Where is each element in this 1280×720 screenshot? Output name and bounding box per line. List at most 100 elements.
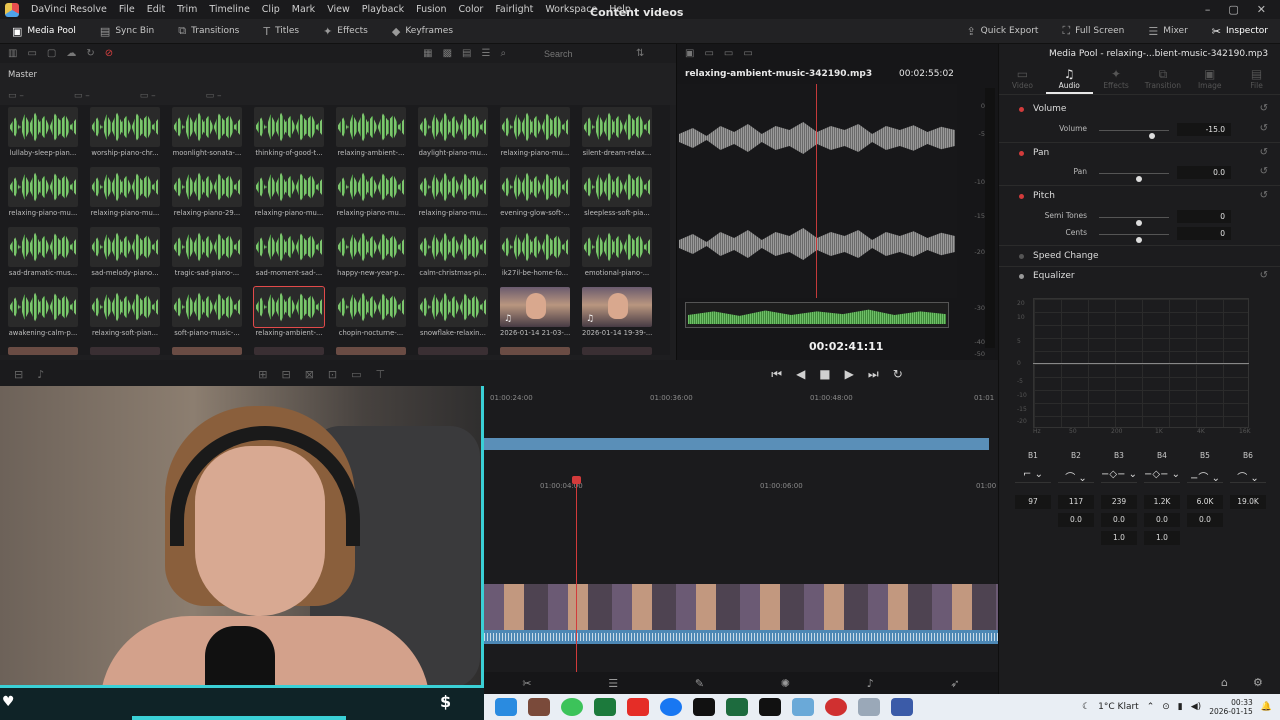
low-cut-icon[interactable]: ⌐ ⌄: [1015, 469, 1051, 483]
effects-button[interactable]: ✦ Effects: [311, 19, 380, 43]
menu-mark[interactable]: Mark: [286, 4, 321, 15]
cents-value[interactable]: 0: [1177, 227, 1231, 240]
pitch-enable-icon[interactable]: [1019, 194, 1024, 199]
media-clip[interactable]: ik27il-be-home-fo...: [500, 227, 570, 277]
search-icon[interactable]: ⌕: [500, 48, 506, 59]
semitones-slider[interactable]: [1099, 217, 1169, 226]
clip-thumbnail[interactable]: [172, 287, 242, 327]
media-clip[interactable]: relaxing-piano-29...: [172, 167, 242, 217]
reset-icon[interactable]: ↺: [1260, 190, 1268, 201]
audio-waveform-view[interactable]: [677, 84, 957, 298]
menu-fairlight[interactable]: Fairlight: [489, 4, 539, 15]
slider-knob[interactable]: [1149, 133, 1155, 139]
slider-knob[interactable]: [1136, 237, 1142, 243]
clip-thumbnail[interactable]: [172, 107, 242, 147]
filmstrip-icon[interactable]: ▤: [462, 48, 471, 59]
media-clip[interactable]: relaxing-piano-mu...: [500, 107, 570, 157]
clip-thumbnail[interactable]: [336, 107, 406, 147]
media-clip[interactable]: calm-christmas-pi...: [418, 227, 488, 277]
band-q[interactable]: 1.0: [1144, 531, 1180, 545]
media-clip-partial[interactable]: [582, 347, 652, 355]
band-gain[interactable]: 0.0: [1058, 513, 1094, 527]
home-icon[interactable]: ⌂: [1221, 676, 1228, 689]
clip-thumbnail[interactable]: [418, 107, 488, 147]
media-clip-partial[interactable]: [418, 347, 488, 355]
sort-icon[interactable]: ⇅: [636, 48, 644, 59]
excel-icon[interactable]: [726, 698, 748, 716]
skip-end-icon[interactable]: ⏭: [868, 367, 879, 382]
detail-view-icon[interactable]: ☰: [482, 48, 491, 59]
media-clip[interactable]: evening-glow-soft-...: [500, 167, 570, 217]
clip-thumbnail[interactable]: [90, 227, 160, 267]
overwrite-icon[interactable]: ⊟: [281, 368, 290, 381]
close-icon[interactable]: ✕: [1257, 3, 1266, 16]
tiktok-icon[interactable]: [693, 698, 715, 716]
clip-thumbnail[interactable]: [172, 227, 242, 267]
replace-icon[interactable]: ⊠: [305, 368, 314, 381]
band-gain[interactable]: 0.0: [1187, 513, 1223, 527]
volume-slider[interactable]: [1099, 130, 1169, 139]
play-icon[interactable]: ▶: [845, 367, 854, 381]
app-icon[interactable]: [858, 698, 880, 716]
mixer-button[interactable]: ☰ Mixer: [1136, 19, 1199, 43]
weather-text[interactable]: 1°C Klart: [1098, 702, 1139, 712]
sync-bin-button[interactable]: ▤ Sync Bin: [88, 19, 166, 43]
append-icon[interactable]: ▭: [351, 368, 361, 381]
media-clip[interactable]: happy-new-year-p...: [336, 227, 406, 277]
cut-page-icon[interactable]: ✂: [522, 677, 531, 690]
clip-thumbnail[interactable]: [418, 287, 488, 327]
clip-thumbnail[interactable]: [8, 107, 78, 147]
tab-image[interactable]: ▣ Image: [1186, 63, 1233, 94]
clip-thumbnail[interactable]: [90, 167, 160, 207]
band-frequency[interactable]: 19.0K: [1230, 495, 1266, 509]
slider-knob[interactable]: [1136, 220, 1142, 226]
insert-icon[interactable]: ⊞: [258, 368, 267, 381]
fairlight-page-icon[interactable]: ♪: [867, 677, 874, 690]
filter-icon[interactable]: ▭ –: [206, 91, 222, 105]
media-clip[interactable]: soft-piano-music-...: [172, 287, 242, 337]
stop-icon[interactable]: ■: [819, 367, 830, 381]
media-clip[interactable]: ♫ 2026-01-14 21-03-...: [500, 287, 570, 337]
menu-edit[interactable]: Edit: [141, 4, 171, 15]
reset-icon[interactable]: ↺: [1260, 166, 1268, 177]
playhead-handle[interactable]: [572, 476, 581, 484]
bin-icon[interactable]: ▢: [47, 48, 56, 59]
menu-file[interactable]: File: [113, 4, 141, 15]
audio-track-clip[interactable]: [484, 630, 998, 644]
media-clip[interactable]: awakening-calm-p...: [8, 287, 78, 337]
viewer-playhead[interactable]: [816, 84, 817, 298]
menu-view[interactable]: View: [321, 4, 356, 15]
reset-icon[interactable]: ↺: [1260, 123, 1268, 134]
audio-icon[interactable]: ♪: [37, 368, 44, 381]
clip-thumbnail[interactable]: [582, 227, 652, 267]
media-clip[interactable]: ♫ 2026-01-14 19-39-...: [582, 287, 652, 337]
keyframes-button[interactable]: ◆ Keyframes: [380, 19, 465, 43]
maximize-icon[interactable]: ▢: [1228, 3, 1238, 16]
media-clip[interactable]: snowflake-relaxin...: [418, 287, 488, 337]
speed-change-header[interactable]: Speed Change: [1033, 251, 1099, 261]
app-icon[interactable]: [594, 698, 616, 716]
media-clip[interactable]: daylight-piano-mu...: [418, 107, 488, 157]
timeline-overview-clip[interactable]: [484, 438, 989, 450]
volume-value[interactable]: -15.0: [1177, 123, 1231, 136]
network-icon[interactable]: ⊙: [1162, 702, 1170, 712]
mini-waveform-scrubber[interactable]: [685, 302, 949, 328]
speaker-icon[interactable]: ◀): [1191, 702, 1201, 712]
transitions-button[interactable]: ⧉ Transitions: [166, 19, 251, 43]
clip-thumbnail[interactable]: [90, 287, 160, 327]
menu-fusion[interactable]: Fusion: [410, 4, 452, 15]
youtube-icon[interactable]: [627, 698, 649, 716]
menu-playback[interactable]: Playback: [356, 4, 410, 15]
color-page-icon[interactable]: ✺: [781, 677, 790, 690]
clock[interactable]: 00:33 2026-01-15: [1209, 698, 1253, 716]
notification-icon[interactable]: 🔔: [1261, 702, 1272, 712]
tab-transition[interactable]: ⧉ Transition: [1139, 63, 1186, 94]
filter-icon[interactable]: ▭ –: [140, 91, 156, 105]
cents-slider[interactable]: [1099, 234, 1169, 243]
viewer-icon[interactable]: ▭: [724, 48, 733, 59]
edge-icon[interactable]: [495, 698, 517, 716]
search-input[interactable]: [540, 47, 640, 60]
menu-clip[interactable]: Clip: [256, 4, 286, 15]
media-clip[interactable]: tragic-sad-piano-...: [172, 227, 242, 277]
viewer-timecode[interactable]: 00:02:41:11: [809, 340, 883, 353]
